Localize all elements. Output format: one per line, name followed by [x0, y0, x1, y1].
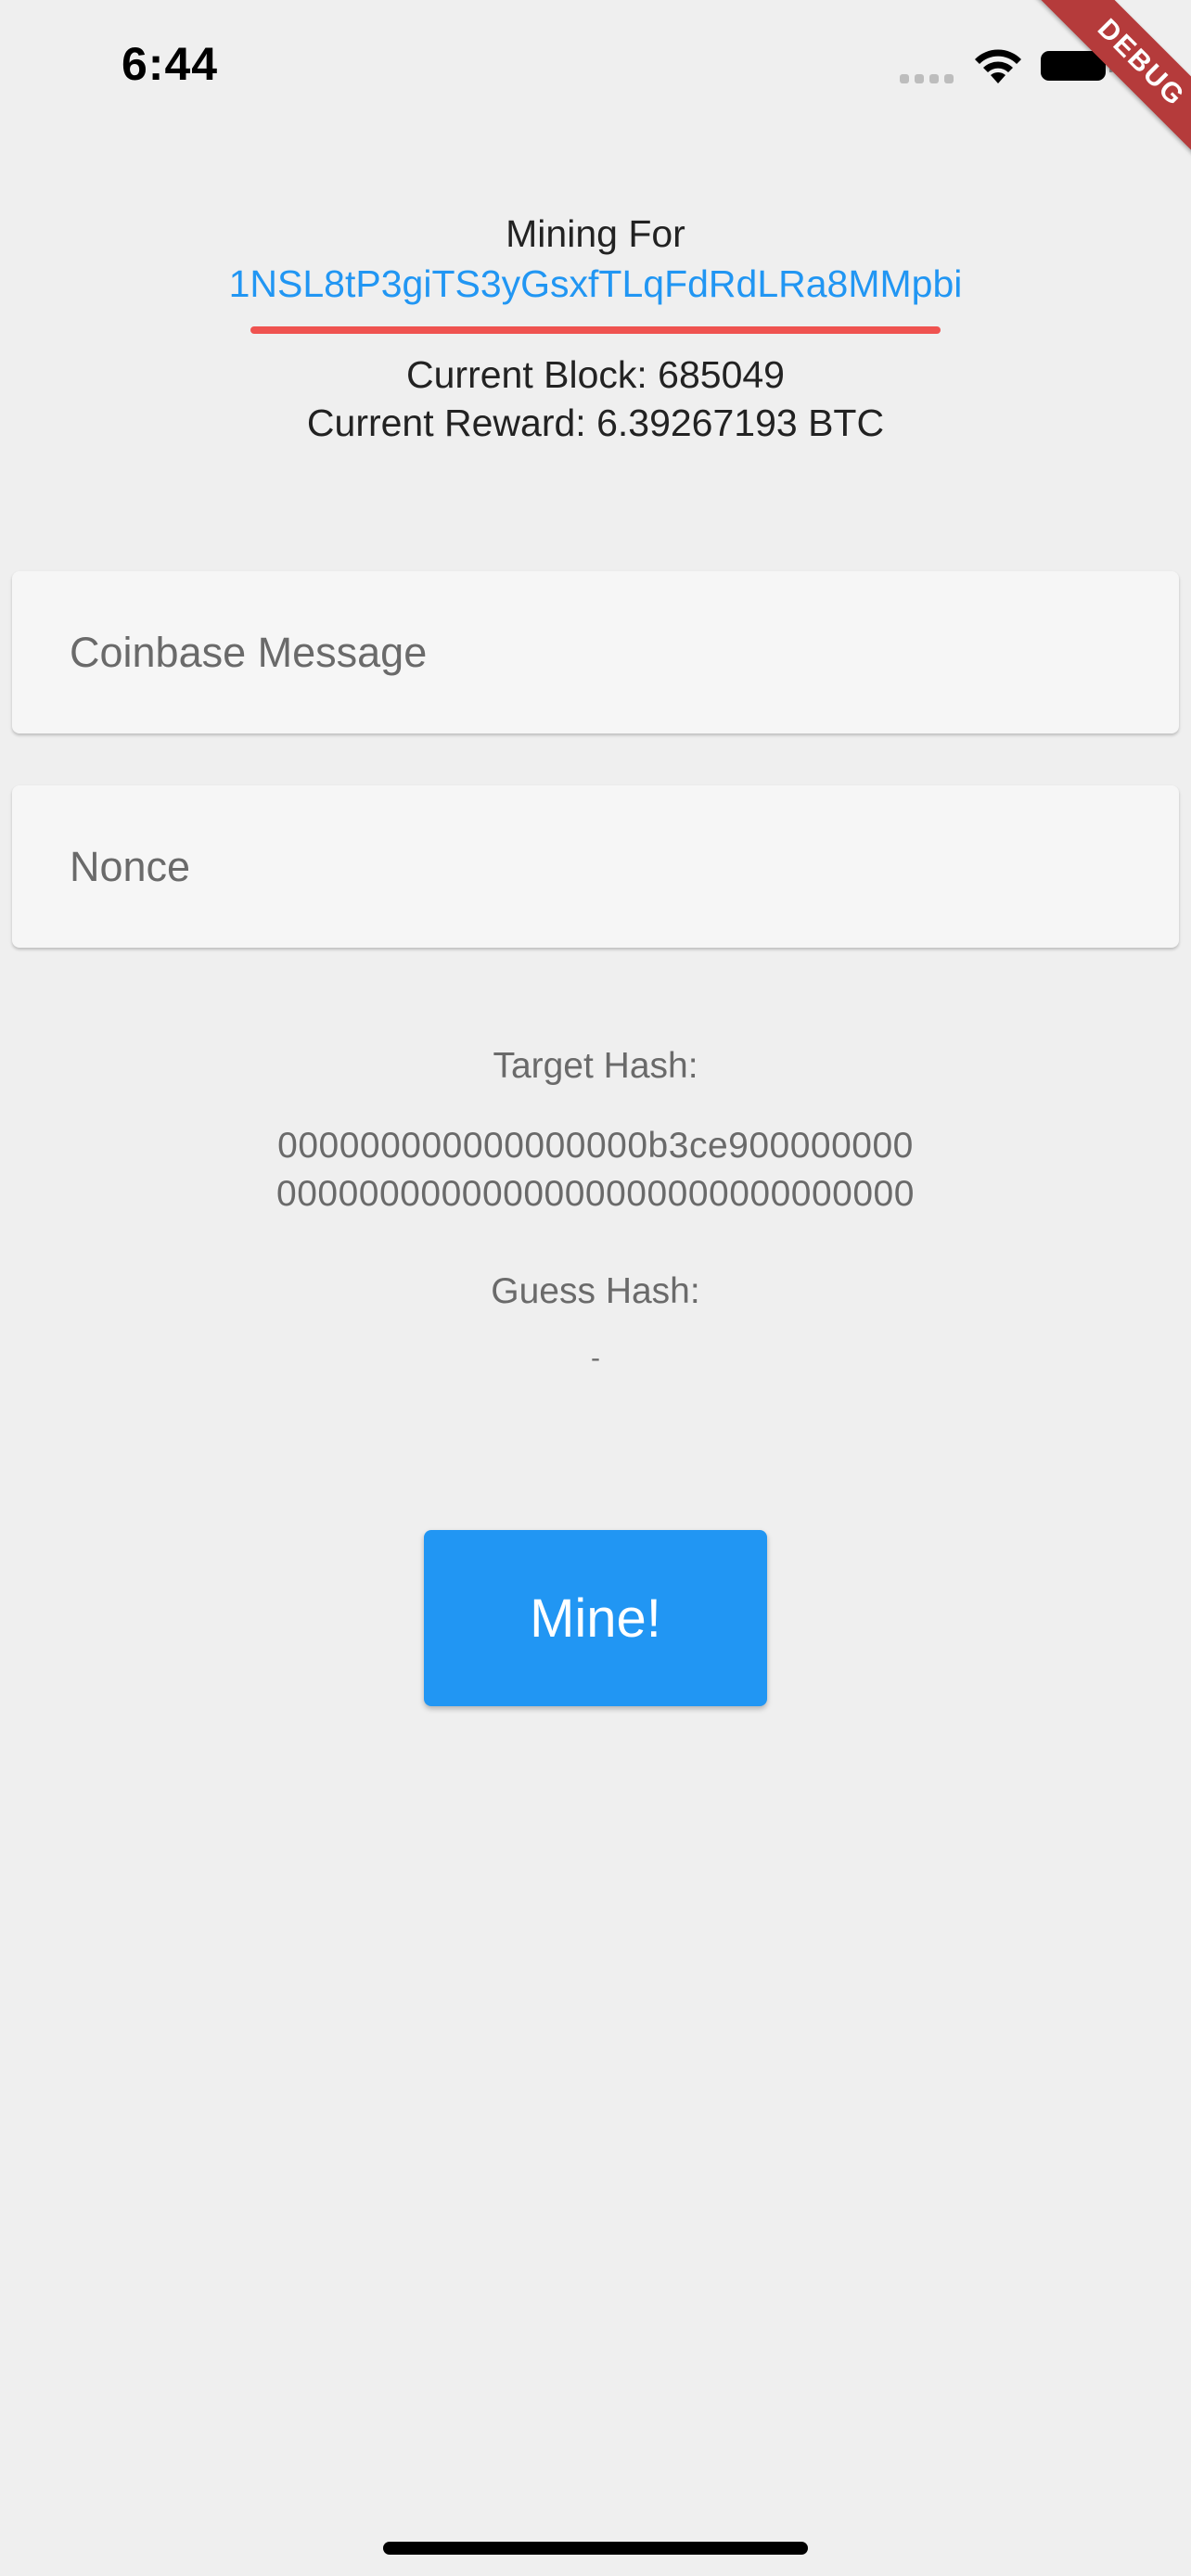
mine-button[interactable]: Mine!: [424, 1530, 767, 1706]
mining-for-label: Mining For: [506, 212, 685, 255]
current-block-text: Current Block: 685049: [406, 353, 785, 396]
target-hash-line-1: 000000000000000000b3ce900000000: [277, 1126, 914, 1166]
nonce-field[interactable]: [12, 785, 1179, 948]
status-bar: 6:44: [0, 0, 1191, 139]
target-hash-label: Target Hash:: [493, 1046, 698, 1086]
guess-hash-value: -: [591, 1343, 600, 1373]
home-indicator[interactable]: [383, 2542, 808, 2555]
target-hash-line-2: 0000000000000000000000000000000: [276, 1174, 915, 1214]
wifi-icon: [975, 49, 1021, 83]
coinbase-message-input[interactable]: [68, 627, 1179, 678]
status-time: 6:44: [122, 38, 219, 90]
target-hash-value: 000000000000000000b3ce900000000 00000000…: [0, 1122, 1191, 1218]
block-info: Current Block: 685049 Current Reward: 6.…: [0, 351, 1191, 447]
mining-header: Mining For 1NSL8tP3giTS3yGsxfTLqFdRdLRa8…: [0, 209, 1191, 309]
guess-hash-label: Guess Hash:: [491, 1271, 700, 1311]
coinbase-message-field[interactable]: [12, 571, 1179, 733]
wallet-address-link[interactable]: 1NSL8tP3giTS3yGsxfTLqFdRdLRa8MMpbi: [0, 259, 1191, 309]
address-underline: [250, 326, 941, 334]
current-reward-text: Current Reward: 6.39267193 BTC: [306, 402, 885, 444]
nonce-input[interactable]: [68, 841, 1179, 892]
cellular-signal-icon: [900, 74, 954, 83]
